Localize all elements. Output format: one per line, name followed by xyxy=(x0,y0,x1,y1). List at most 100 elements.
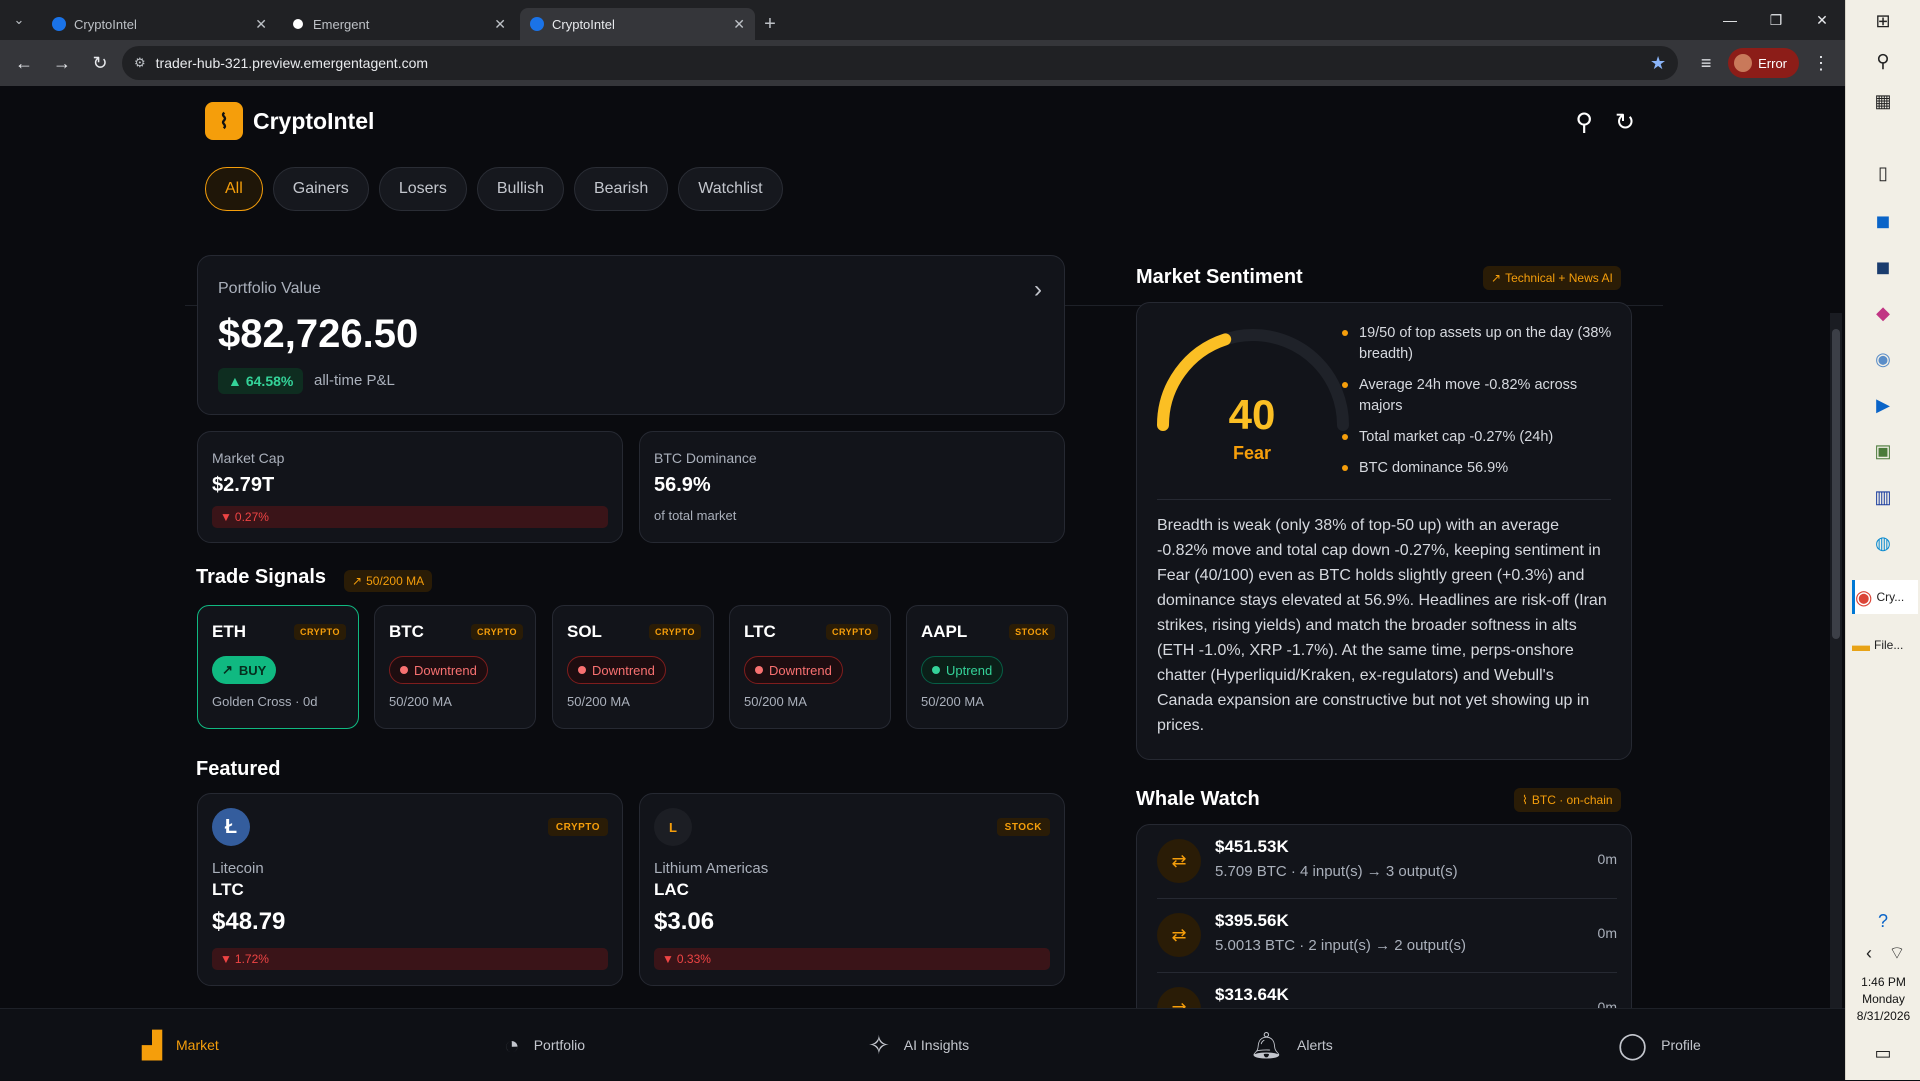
list-item[interactable]: ⇄ $451.53K 5.709 BTC · 4 input(s) → 3 ou… xyxy=(1157,825,1617,899)
news-icon[interactable]: ◼ xyxy=(1866,250,1900,284)
refresh-icon[interactable]: ↻ xyxy=(1615,108,1635,137)
profile-error-button[interactable]: Error xyxy=(1728,48,1799,78)
media-player-icon[interactable]: ▶ xyxy=(1866,388,1900,422)
signal-status: Uptrend xyxy=(946,662,993,678)
nav-portfolio[interactable]: ◔ Portfolio xyxy=(504,1009,585,1081)
outlook-icon[interactable]: ◼ xyxy=(1866,204,1900,238)
trend-up-icon: ↗ xyxy=(352,574,363,588)
address-bar[interactable]: ⚙ trader-hub-321.preview.emergentagent.c… xyxy=(122,46,1679,80)
close-window-button[interactable]: ✕ xyxy=(1799,0,1845,40)
pnl-value: 64.58% xyxy=(245,373,294,389)
bar-chart-icon: ▟ xyxy=(142,1029,162,1060)
sentiment-bullet: BTC dominance 56.9% xyxy=(1342,458,1614,479)
close-icon[interactable]: ✕ xyxy=(255,16,267,33)
taskbar-app-explorer[interactable]: ▬ File... xyxy=(1852,628,1918,662)
filter-bullish[interactable]: Bullish xyxy=(476,167,564,211)
clock-day: Monday xyxy=(1862,992,1905,1006)
signal-card-sol[interactable]: SOL CRYPTO Downtrend 50/200 MA xyxy=(552,605,714,729)
signal-note: 50/200 MA xyxy=(567,694,630,709)
start-icon[interactable]: ⊞ xyxy=(1866,4,1900,38)
tab-title: CryptoIntel xyxy=(552,16,615,32)
close-icon[interactable]: ✕ xyxy=(733,16,745,33)
chevron-right-icon[interactable]: › xyxy=(1034,276,1042,304)
signal-card-ltc[interactable]: LTC CRYPTO Downtrend 50/200 MA xyxy=(729,605,891,729)
page-scrollbar[interactable] xyxy=(1830,313,1842,1080)
photos-icon[interactable]: ▣ xyxy=(1866,434,1900,468)
whale-watch-tag-label: BTC · on-chain xyxy=(1531,793,1613,807)
close-icon[interactable]: ✕ xyxy=(494,16,506,33)
chart-app-icon[interactable]: ▥ xyxy=(1866,480,1900,514)
nav-alerts[interactable]: 🔔︎ Alerts xyxy=(1250,1009,1333,1081)
taskbar-app-label: Cry... xyxy=(1876,590,1905,604)
whale-time: 0m xyxy=(1597,925,1617,941)
settings-app-icon[interactable]: ◉ xyxy=(1866,342,1900,376)
browser-tab[interactable]: CryptoIntel ✕ xyxy=(42,8,277,40)
app-page: ⌇ CryptoIntel ⚲ ↻ All Gainers Losers Bul… xyxy=(0,86,1845,1080)
task-view-icon[interactable]: ▦ xyxy=(1866,84,1900,118)
featured-card-lac[interactable]: L STOCK Lithium Americas LAC $3.06 ▼ 0.3… xyxy=(639,793,1065,986)
signal-status-badge: Downtrend xyxy=(744,656,843,684)
nav-market[interactable]: ▟ Market xyxy=(142,1009,219,1081)
filter-bearish[interactable]: Bearish xyxy=(573,167,669,211)
whale-watch-tag: ⌇ BTC · on-chain xyxy=(1514,788,1621,812)
triangle-up-icon: ▲ xyxy=(228,373,242,389)
signal-status: BUY xyxy=(238,662,267,678)
file-icon[interactable]: ▯ xyxy=(1866,156,1900,190)
scrollbar-thumb[interactable] xyxy=(1832,329,1840,639)
new-tab-button[interactable]: + xyxy=(755,8,785,40)
sentiment-bullet: Total market cap -0.27% (24h) xyxy=(1342,427,1614,448)
header-actions: ⚲ ↻ xyxy=(1575,108,1635,137)
cryptointel-favicon-icon xyxy=(530,17,544,31)
reload-button[interactable]: ↻ xyxy=(84,47,116,79)
chrome-icon: ◉ xyxy=(1855,586,1873,609)
whale-detail: 5.709 BTC · 4 input(s) → 3 output(s) xyxy=(1215,863,1458,880)
filter-gainers[interactable]: Gainers xyxy=(272,167,369,211)
edge-icon[interactable]: ◍ xyxy=(1866,526,1900,560)
nav-ai-insights[interactable]: ✧ AI Insights xyxy=(868,1009,969,1081)
notification-icon[interactable]: ▭ xyxy=(1866,1036,1900,1070)
m365-icon[interactable]: ◆ xyxy=(1866,296,1900,330)
portfolio-card[interactable]: Portfolio Value $82,726.50 ▲ 64.58% all-… xyxy=(197,255,1065,415)
signal-card-aapl[interactable]: AAPL STOCK Uptrend 50/200 MA xyxy=(906,605,1068,729)
media-control-icon[interactable]: ≡ xyxy=(1690,47,1722,79)
tab-search-button[interactable]: ⌄ xyxy=(0,0,38,40)
site-info-icon[interactable]: ⚙ xyxy=(134,55,146,71)
bell-icon: 🔔︎ xyxy=(1250,1029,1284,1060)
filter-watchlist[interactable]: Watchlist xyxy=(678,167,783,211)
list-item[interactable]: ⇄ $395.56K 5.0013 BTC · 2 input(s) → 2 o… xyxy=(1157,899,1617,973)
help-icon[interactable]: ? xyxy=(1866,904,1900,938)
forward-button[interactable]: → xyxy=(46,47,78,79)
signal-card-eth[interactable]: ETH CRYPTO ↗ BUY Golden Cross · 0d xyxy=(197,605,359,729)
browser-menu-icon[interactable]: ⋮ xyxy=(1805,47,1837,79)
sparkles-icon: ✧ xyxy=(868,1029,890,1060)
sentiment-label: Fear xyxy=(1232,443,1272,463)
minimize-button[interactable]: — xyxy=(1707,0,1753,40)
trend-up-icon: ↗ xyxy=(1491,271,1502,285)
signal-note: Golden Cross · 0d xyxy=(212,694,318,709)
taskbar-app-chrome[interactable]: ◉ Cry... xyxy=(1852,580,1918,614)
portfolio-value: $82,726.50 xyxy=(218,312,419,356)
filter-chips: All Gainers Losers Bullish Bearish Watch… xyxy=(205,167,783,211)
clock-time[interactable]: 1:46 PM xyxy=(1846,974,1920,991)
search-icon[interactable]: ⚲ xyxy=(1575,108,1593,137)
nav-profile[interactable]: ◯ Profile xyxy=(1618,1009,1701,1081)
featured-card-ltc[interactable]: Ł CRYPTO Litecoin LTC $48.79 ▼ 1.72% xyxy=(197,793,623,986)
wifi-icon[interactable]: ⌔ xyxy=(1880,936,1914,970)
search-icon[interactable]: ⚲ xyxy=(1866,44,1900,78)
browser-tab-active[interactable]: CryptoIntel ✕ xyxy=(520,8,755,40)
brand[interactable]: ⌇ CryptoIntel xyxy=(205,102,374,140)
transfer-icon: ⇄ xyxy=(1157,839,1201,883)
signal-card-btc[interactable]: BTC CRYPTO Downtrend 50/200 MA xyxy=(374,605,536,729)
back-button[interactable]: ← xyxy=(8,47,40,79)
browser-tab[interactable]: Emergent ✕ xyxy=(281,8,516,40)
litecoin-icon: Ł xyxy=(212,808,250,846)
signal-symbol: SOL xyxy=(567,622,602,641)
filter-losers[interactable]: Losers xyxy=(378,167,467,211)
signal-status: Downtrend xyxy=(769,662,832,678)
nav-label: Market xyxy=(176,1037,219,1053)
restore-button[interactable]: ❐ xyxy=(1753,0,1799,40)
bookmark-star-icon[interactable]: ★ xyxy=(1650,53,1666,74)
filter-all[interactable]: All xyxy=(205,167,263,211)
taskbar-app-label: File... xyxy=(1874,638,1904,652)
tab-title: CryptoIntel xyxy=(74,16,137,32)
